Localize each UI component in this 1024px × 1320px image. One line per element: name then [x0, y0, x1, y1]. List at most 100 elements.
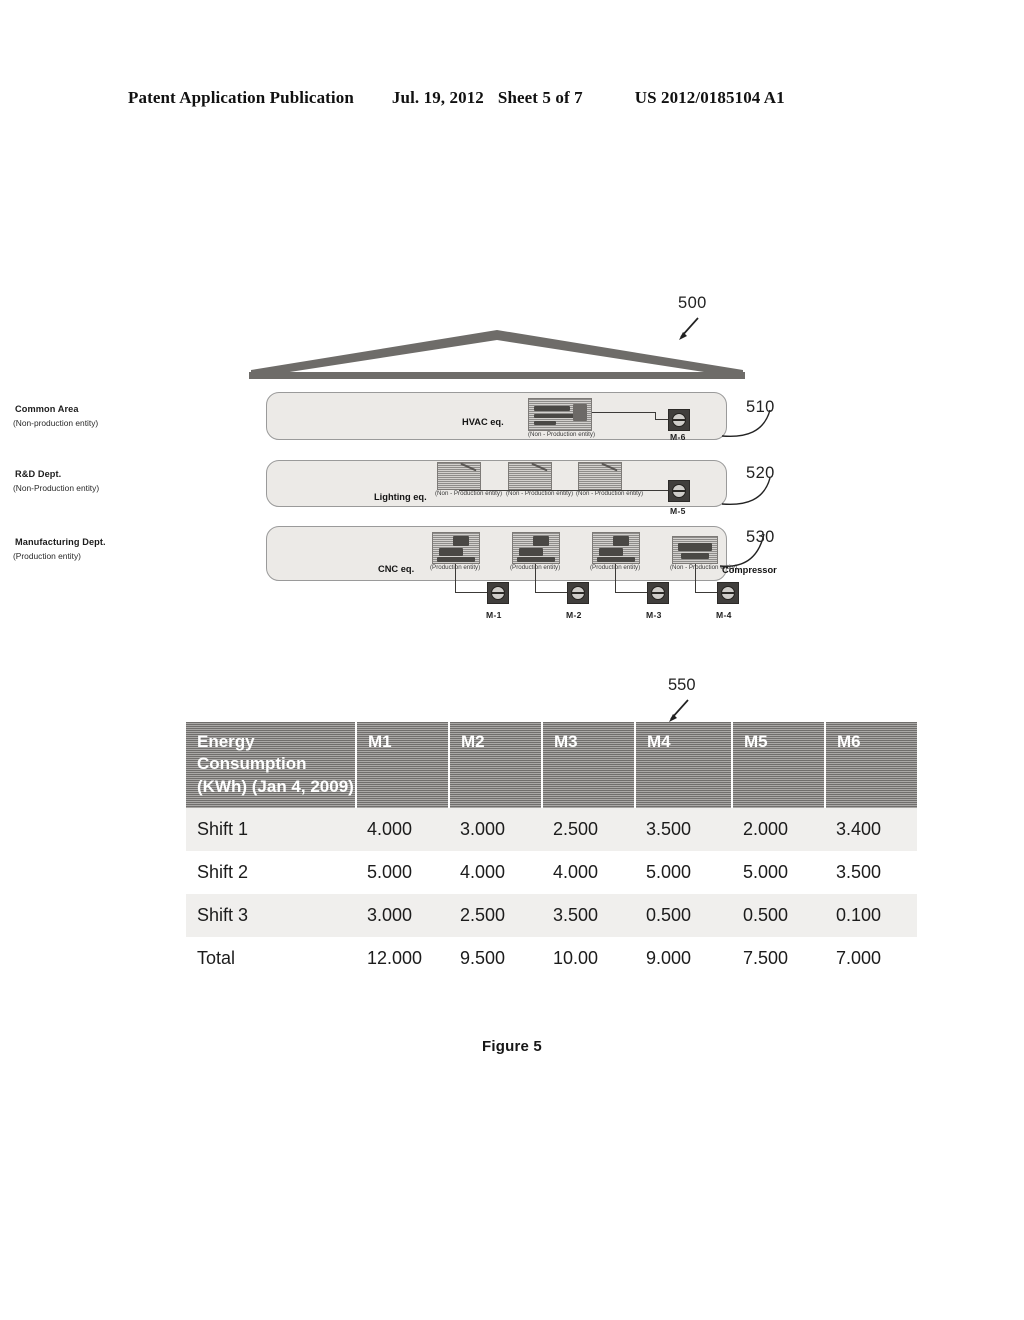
table-header-row: Energy Consumption (KWh) (Jan 4, 2009) M…: [186, 722, 917, 809]
meter-m4-icon: [717, 582, 739, 604]
table-header-m5: M5: [732, 722, 826, 809]
wire-cnc2-to-m2: [535, 592, 568, 594]
patent-number: US 2012/0185104 A1: [634, 88, 785, 107]
table-header-m2: M2: [449, 722, 543, 809]
lighting-equipment-icon-3: [578, 462, 622, 490]
wire-hvac-to-m6-end: [655, 419, 669, 421]
meter-m5-icon: [668, 480, 690, 502]
cell-shift3-m2: 2.500: [449, 894, 542, 938]
wire-cnc3-drop: [615, 564, 617, 593]
cell-shift3-m5: 0.500: [732, 894, 825, 938]
row-label-shift-3: Shift 3: [186, 894, 356, 938]
cell-shift3-m4: 0.500: [635, 894, 732, 938]
energy-consumption-table: Energy Consumption (KWh) (Jan 4, 2009) M…: [186, 722, 917, 981]
cell-shift2-m1: 5.000: [356, 851, 449, 895]
dept-subtitle-rd: (Non-Production entity): [13, 483, 100, 493]
entity-caption-hvac: (Non - Production entity): [528, 431, 596, 438]
wire-cnc3-to-m3: [615, 592, 648, 594]
table-row: Total 12.000 9.500 10.00 9.000 7.500 7.0…: [186, 937, 917, 981]
meter-m6-icon: [668, 409, 690, 431]
sheet-number: Sheet 5 of 7: [497, 88, 583, 107]
row-label-total: Total: [186, 937, 356, 981]
entity-caption-cnc-3: (Production entity): [590, 564, 641, 571]
cell-shift2-m6: 3.500: [825, 851, 917, 895]
equipment-label-lighting: Lighting eq.: [374, 492, 427, 502]
entity-caption-lighting-2: (Non - Production entity): [506, 490, 574, 497]
cell-total-m4: 9.000: [635, 937, 732, 981]
cell-shift3-m3: 3.500: [542, 894, 635, 938]
equipment-label-cnc: CNC eq.: [378, 564, 415, 574]
entity-caption-lighting-3: (Non - Production entity): [576, 490, 644, 497]
ref-label-510: 510: [746, 398, 775, 416]
publication-label: Patent Application Publication: [128, 88, 354, 107]
cell-total-m3: 10.00: [542, 937, 635, 981]
table-header-m2-text: M2: [461, 732, 485, 751]
table-header-m3: M3: [542, 722, 636, 809]
meter-label-m5: M-5: [670, 506, 686, 516]
cell-total-m5: 7.500: [732, 937, 825, 981]
dept-box-common-area: [266, 392, 727, 440]
table-header-title: Energy Consumption (KWh) (Jan 4, 2009): [186, 722, 357, 809]
wire-compressor-to-m4: [695, 592, 718, 594]
cell-total-m2: 9.500: [449, 937, 542, 981]
patent-header: Patent Application Publication Jul. 19, …: [128, 88, 896, 108]
cell-shift2-m2: 4.000: [449, 851, 542, 895]
hvac-equipment-icon: [528, 398, 592, 431]
cell-shift1-m4: 3.500: [635, 808, 732, 852]
cell-shift1-m6: 3.400: [825, 808, 917, 852]
table-row: Shift 3 3.000 2.500 3.500 0.500 0.500 0.…: [186, 894, 917, 938]
dept-title-manufacturing: Manufacturing Dept.: [15, 537, 106, 547]
cell-shift2-m4: 5.000: [635, 851, 732, 895]
cnc-equipment-icon-2: [512, 532, 560, 564]
meter-label-m1: M-1: [486, 610, 502, 620]
wire-cnc2-drop: [535, 564, 537, 593]
entity-caption-cnc-2: (Production entity): [510, 564, 561, 571]
compressor-equipment-icon: [672, 536, 718, 564]
row-label-shift-2: Shift 2: [186, 851, 356, 895]
meter-label-m6: M-6: [670, 432, 686, 442]
meter-m3-icon: [647, 582, 669, 604]
dept-box-rd: [266, 460, 727, 507]
dept-title-common-area: Common Area: [15, 404, 79, 414]
table-header-m1-text: M1: [368, 732, 392, 751]
ref-label-550: 550: [668, 676, 696, 694]
cell-shift1-m3: 2.500: [542, 808, 635, 852]
ref-arrow-550-icon: [669, 699, 689, 722]
entity-caption-cnc-1: (Production entity): [430, 564, 481, 571]
meter-label-m4: M-4: [716, 610, 732, 620]
dept-title-rd: R&D Dept.: [15, 469, 62, 479]
cell-total-m6: 7.000: [825, 937, 917, 981]
table-header-m3-text: M3: [554, 732, 578, 751]
table-header-m4: M4: [635, 722, 733, 809]
building-roof-icon: [249, 330, 745, 379]
table-row: Shift 2 5.000 4.000 4.000 5.000 5.000 3.…: [186, 851, 917, 895]
wire-lighting-bus: [459, 490, 671, 492]
equipment-label-hvac: HVAC eq.: [462, 417, 504, 427]
cell-shift1-m2: 3.000: [449, 808, 542, 852]
cell-total-m1: 12.000: [356, 937, 449, 981]
cnc-equipment-icon-1: [432, 532, 480, 564]
lighting-equipment-icon-2: [508, 462, 552, 490]
dept-subtitle-common-area: (Non-production entity): [13, 418, 99, 428]
cell-shift2-m3: 4.000: [542, 851, 635, 895]
wire-compressor-drop: [695, 564, 697, 593]
table-header-m6-text: M6: [837, 732, 861, 751]
meter-label-m3: M-3: [646, 610, 662, 620]
publication-date: Jul. 19, 2012: [391, 88, 484, 107]
table-header-m5-text: M5: [744, 732, 768, 751]
cell-shift2-m5: 5.000: [732, 851, 825, 895]
cell-shift3-m1: 3.000: [356, 894, 449, 938]
table-header-m4-text: M4: [647, 732, 671, 751]
table-row: Shift 1 4.000 3.000 2.500 3.500 2.000 3.…: [186, 808, 917, 852]
figure-caption: Figure 5: [482, 1038, 542, 1055]
cell-shift1-m5: 2.000: [732, 808, 825, 852]
building-diagram: 500 Common Area (Non-production entity) …: [0, 280, 1024, 680]
table-header-m1: M1: [356, 722, 450, 809]
cell-shift1-m1: 4.000: [356, 808, 449, 852]
meter-m2-icon: [567, 582, 589, 604]
entity-caption-lighting-1: (Non - Production entity): [435, 490, 503, 497]
lighting-equipment-icon-1: [437, 462, 481, 490]
table-header-title-text: Energy Consumption (KWh) (Jan 4, 2009): [197, 732, 354, 796]
table-header-m6: M6: [825, 722, 917, 809]
meter-m1-icon: [487, 582, 509, 604]
